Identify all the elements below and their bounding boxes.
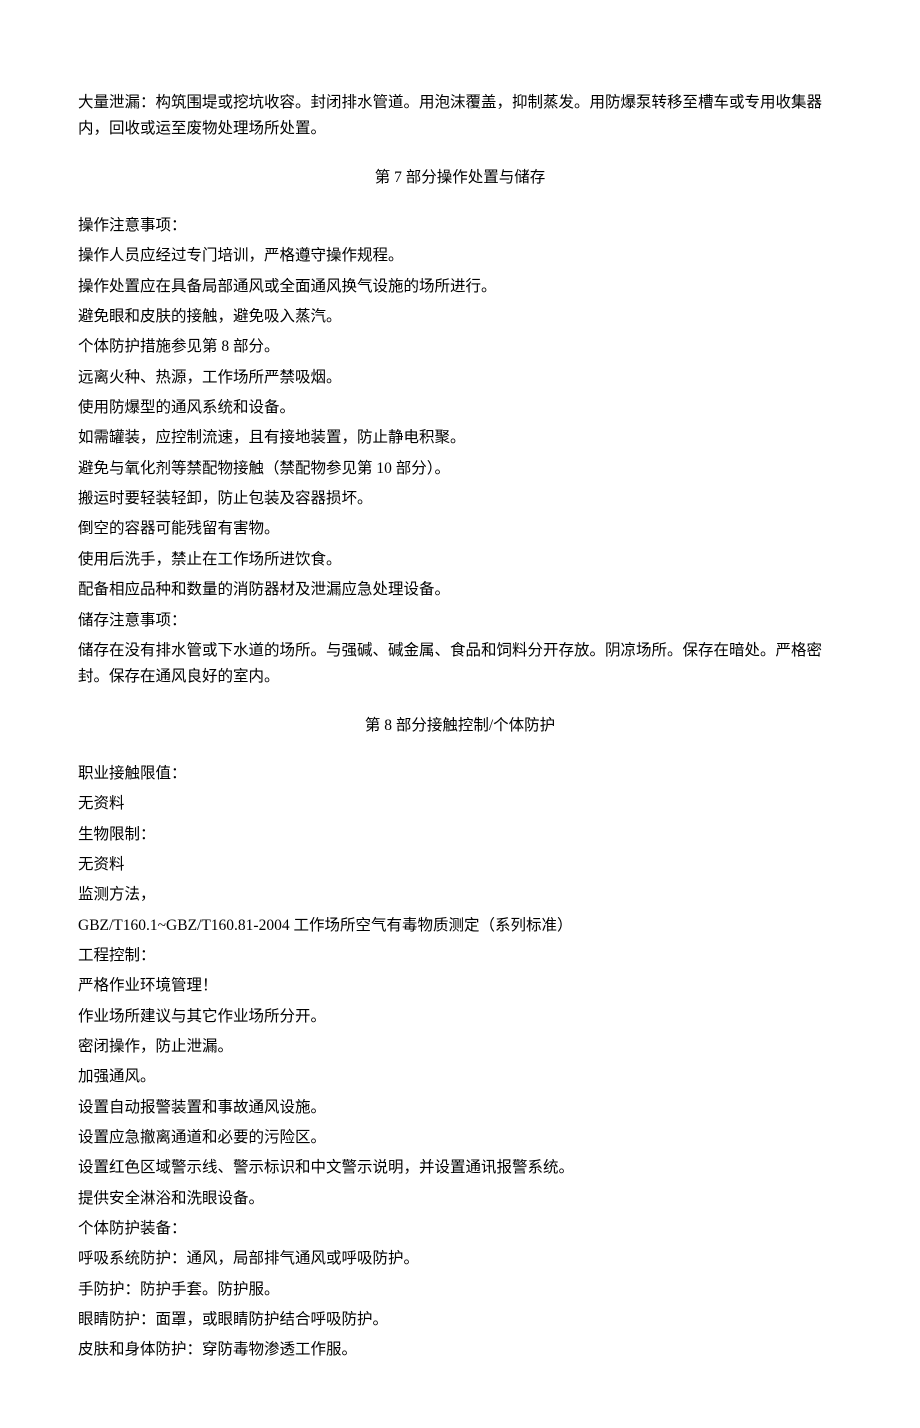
text-line: 职业接触限值：	[78, 761, 842, 787]
text-line: 提供安全淋浴和洗眼设备。	[78, 1186, 842, 1212]
text-line: 严格作业环境管理！	[78, 973, 842, 999]
text-line: 设置应急撤离通道和必要的污险区。	[78, 1125, 842, 1151]
section-7-title: 第 7 部分操作处置与储存	[78, 165, 842, 191]
text-line: 监测方法，	[78, 882, 842, 908]
text-line: 工程控制：	[78, 943, 842, 969]
text-line: 避免与氧化剂等禁配物接触（禁配物参见第 10 部分）。	[78, 456, 842, 482]
text-line: 搬运时要轻装轻卸，防止包装及容器损坏。	[78, 486, 842, 512]
text-line: 储存在没有排水管或下水道的场所。与强碱、碱金属、食品和饲料分开存放。阴凉场所。保…	[78, 638, 842, 691]
text-line: 倒空的容器可能残留有害物。	[78, 516, 842, 542]
text-line: 使用防爆型的通风系统和设备。	[78, 395, 842, 421]
section-7-body: 操作注意事项： 操作人员应经过专门培训，严格遵守操作规程。 操作处置应在具备局部…	[78, 213, 842, 691]
text-line: 储存注意事项：	[78, 608, 842, 634]
text-line: 呼吸系统防护：通风，局部排气通风或呼吸防护。	[78, 1246, 842, 1272]
text-line: 配备相应品种和数量的消防器材及泄漏应急处理设备。	[78, 577, 842, 603]
text-line: 个体防护装备：	[78, 1216, 842, 1242]
text-line: 眼睛防护：面罩，或眼睛防护结合呼吸防护。	[78, 1307, 842, 1333]
text-line: 密闭操作，防止泄漏。	[78, 1034, 842, 1060]
text-line: 无资料	[78, 852, 842, 878]
text-line: 设置红色区域警示线、警示标识和中文警示说明，并设置通讯报警系统。	[78, 1155, 842, 1181]
section-8-title: 第 8 部分接触控制/个体防护	[78, 713, 842, 739]
text-line: 操作注意事项：	[78, 213, 842, 239]
text-line: GBZ/T160.1~GBZ/T160.81-2004 工作场所空气有毒物质测定…	[78, 913, 842, 939]
text-line: 个体防护措施参见第 8 部分。	[78, 334, 842, 360]
text-line: 无资料	[78, 791, 842, 817]
text-line: 手防护：防护手套。防护服。	[78, 1277, 842, 1303]
section-8-body: 职业接触限值： 无资料 生物限制： 无资料 监测方法， GBZ/T160.1~G…	[78, 761, 842, 1364]
text-line: 操作人员应经过专门培训，严格遵守操作规程。	[78, 243, 842, 269]
text-line: 避免眼和皮肤的接触，避免吸入蒸汽。	[78, 304, 842, 330]
text-line: 使用后洗手，禁止在工作场所进饮食。	[78, 547, 842, 573]
text-line: 生物限制：	[78, 822, 842, 848]
text-line: 远离火种、热源，工作场所严禁吸烟。	[78, 365, 842, 391]
text-line: 作业场所建议与其它作业场所分开。	[78, 1004, 842, 1030]
intro-paragraph: 大量泄漏：构筑围堤或挖坑收容。封闭排水管道。用泡沫覆盖，抑制蒸发。用防爆泵转移至…	[78, 90, 842, 143]
text-line: 加强通风。	[78, 1064, 842, 1090]
text-line: 皮肤和身体防护：穿防毒物渗透工作服。	[78, 1337, 842, 1363]
text-line: 操作处置应在具备局部通风或全面通风换气设施的场所进行。	[78, 274, 842, 300]
text-line: 如需罐装，应控制流速，且有接地装置，防止静电积聚。	[78, 425, 842, 451]
text-line: 设置自动报警装置和事故通风设施。	[78, 1095, 842, 1121]
